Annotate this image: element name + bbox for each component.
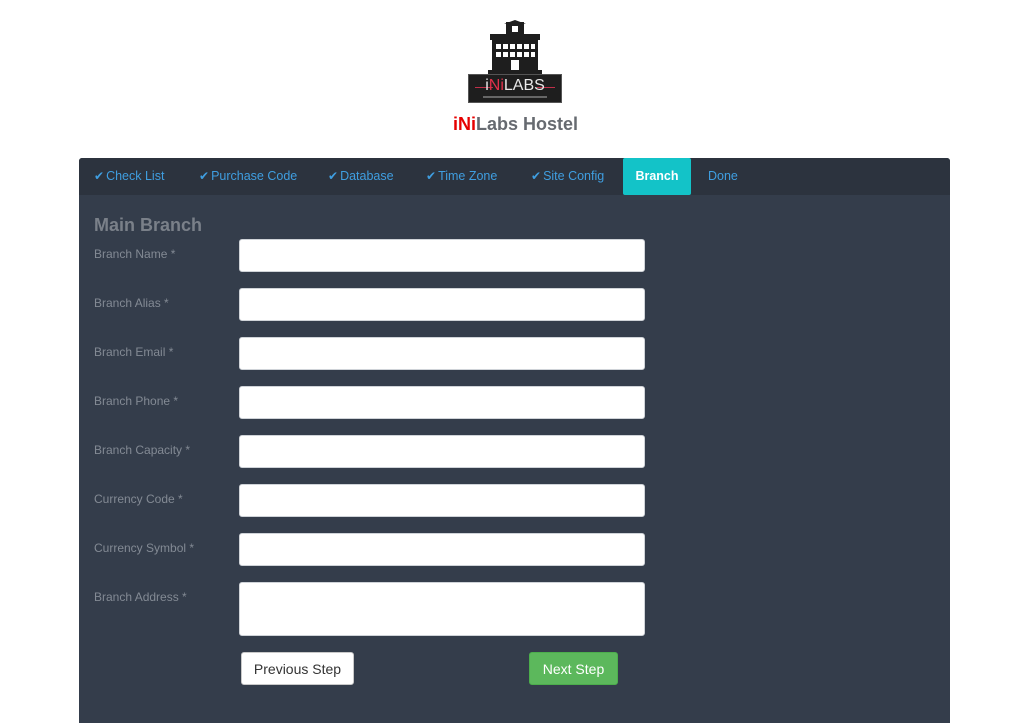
tab-purchase-code[interactable]: ✔ Purchase Code	[199, 158, 297, 195]
branch-capacity-label: Branch Capacity *	[94, 443, 191, 457]
branch-phone-input[interactable]	[239, 386, 645, 419]
check-icon: ✔	[199, 169, 210, 183]
currency-symbol-label: Currency Symbol *	[94, 541, 195, 555]
setup-panel: ✔ Check List ✔ Purchase Code ✔ Database ✔ Ti…	[79, 158, 950, 723]
branch-email-label: Branch Email *	[94, 345, 174, 359]
tab-done[interactable]: Done	[708, 158, 738, 195]
currency-code-label: Currency Code *	[94, 492, 183, 506]
section-title: Main Branch	[94, 215, 203, 235]
tab-branch[interactable]: Branch	[623, 158, 691, 195]
branch-alias-label: Branch Alias *	[94, 296, 169, 310]
hostel-building-icon	[488, 20, 542, 74]
tab-check-list[interactable]: ✔ Check List	[94, 158, 164, 195]
check-icon: ✔	[531, 169, 542, 183]
branch-name-label: Branch Name *	[94, 247, 176, 261]
currency-symbol-input[interactable]	[239, 533, 645, 566]
check-icon: ✔	[328, 169, 339, 183]
branch-alias-input[interactable]	[239, 288, 645, 321]
currency-code-input[interactable]	[239, 484, 645, 517]
tab-site-config[interactable]: ✔ Site Config	[531, 158, 604, 195]
check-icon: ✔	[94, 169, 105, 183]
app-title-rest: Labs Hostel	[475, 114, 579, 134]
previous-step-button[interactable]: Previous Step	[241, 652, 354, 685]
app-title: iNiLabs Hostel	[0, 114, 1031, 135]
check-icon: ✔	[426, 169, 437, 183]
tab-time-zone[interactable]: ✔ Time Zone	[426, 158, 497, 195]
branch-name-input[interactable]	[239, 239, 645, 272]
branch-capacity-input[interactable]	[239, 435, 645, 468]
logo: iNiLABS	[468, 20, 562, 104]
logo-text: iNiLABS	[485, 77, 545, 94]
wizard-steps: ✔ Check List ✔ Purchase Code ✔ Database ✔ Ti…	[79, 158, 950, 195]
branch-phone-label: Branch Phone *	[94, 394, 179, 408]
tab-database[interactable]: ✔ Database	[328, 158, 394, 195]
branch-address-label: Branch Address *	[94, 590, 187, 604]
branch-email-input[interactable]	[239, 337, 645, 370]
app-title-accent: iNi	[452, 114, 476, 134]
next-step-button[interactable]: Next Step	[529, 652, 618, 685]
branch-address-textarea[interactable]	[239, 582, 645, 636]
logo-badge: iNiLABS	[468, 74, 562, 103]
